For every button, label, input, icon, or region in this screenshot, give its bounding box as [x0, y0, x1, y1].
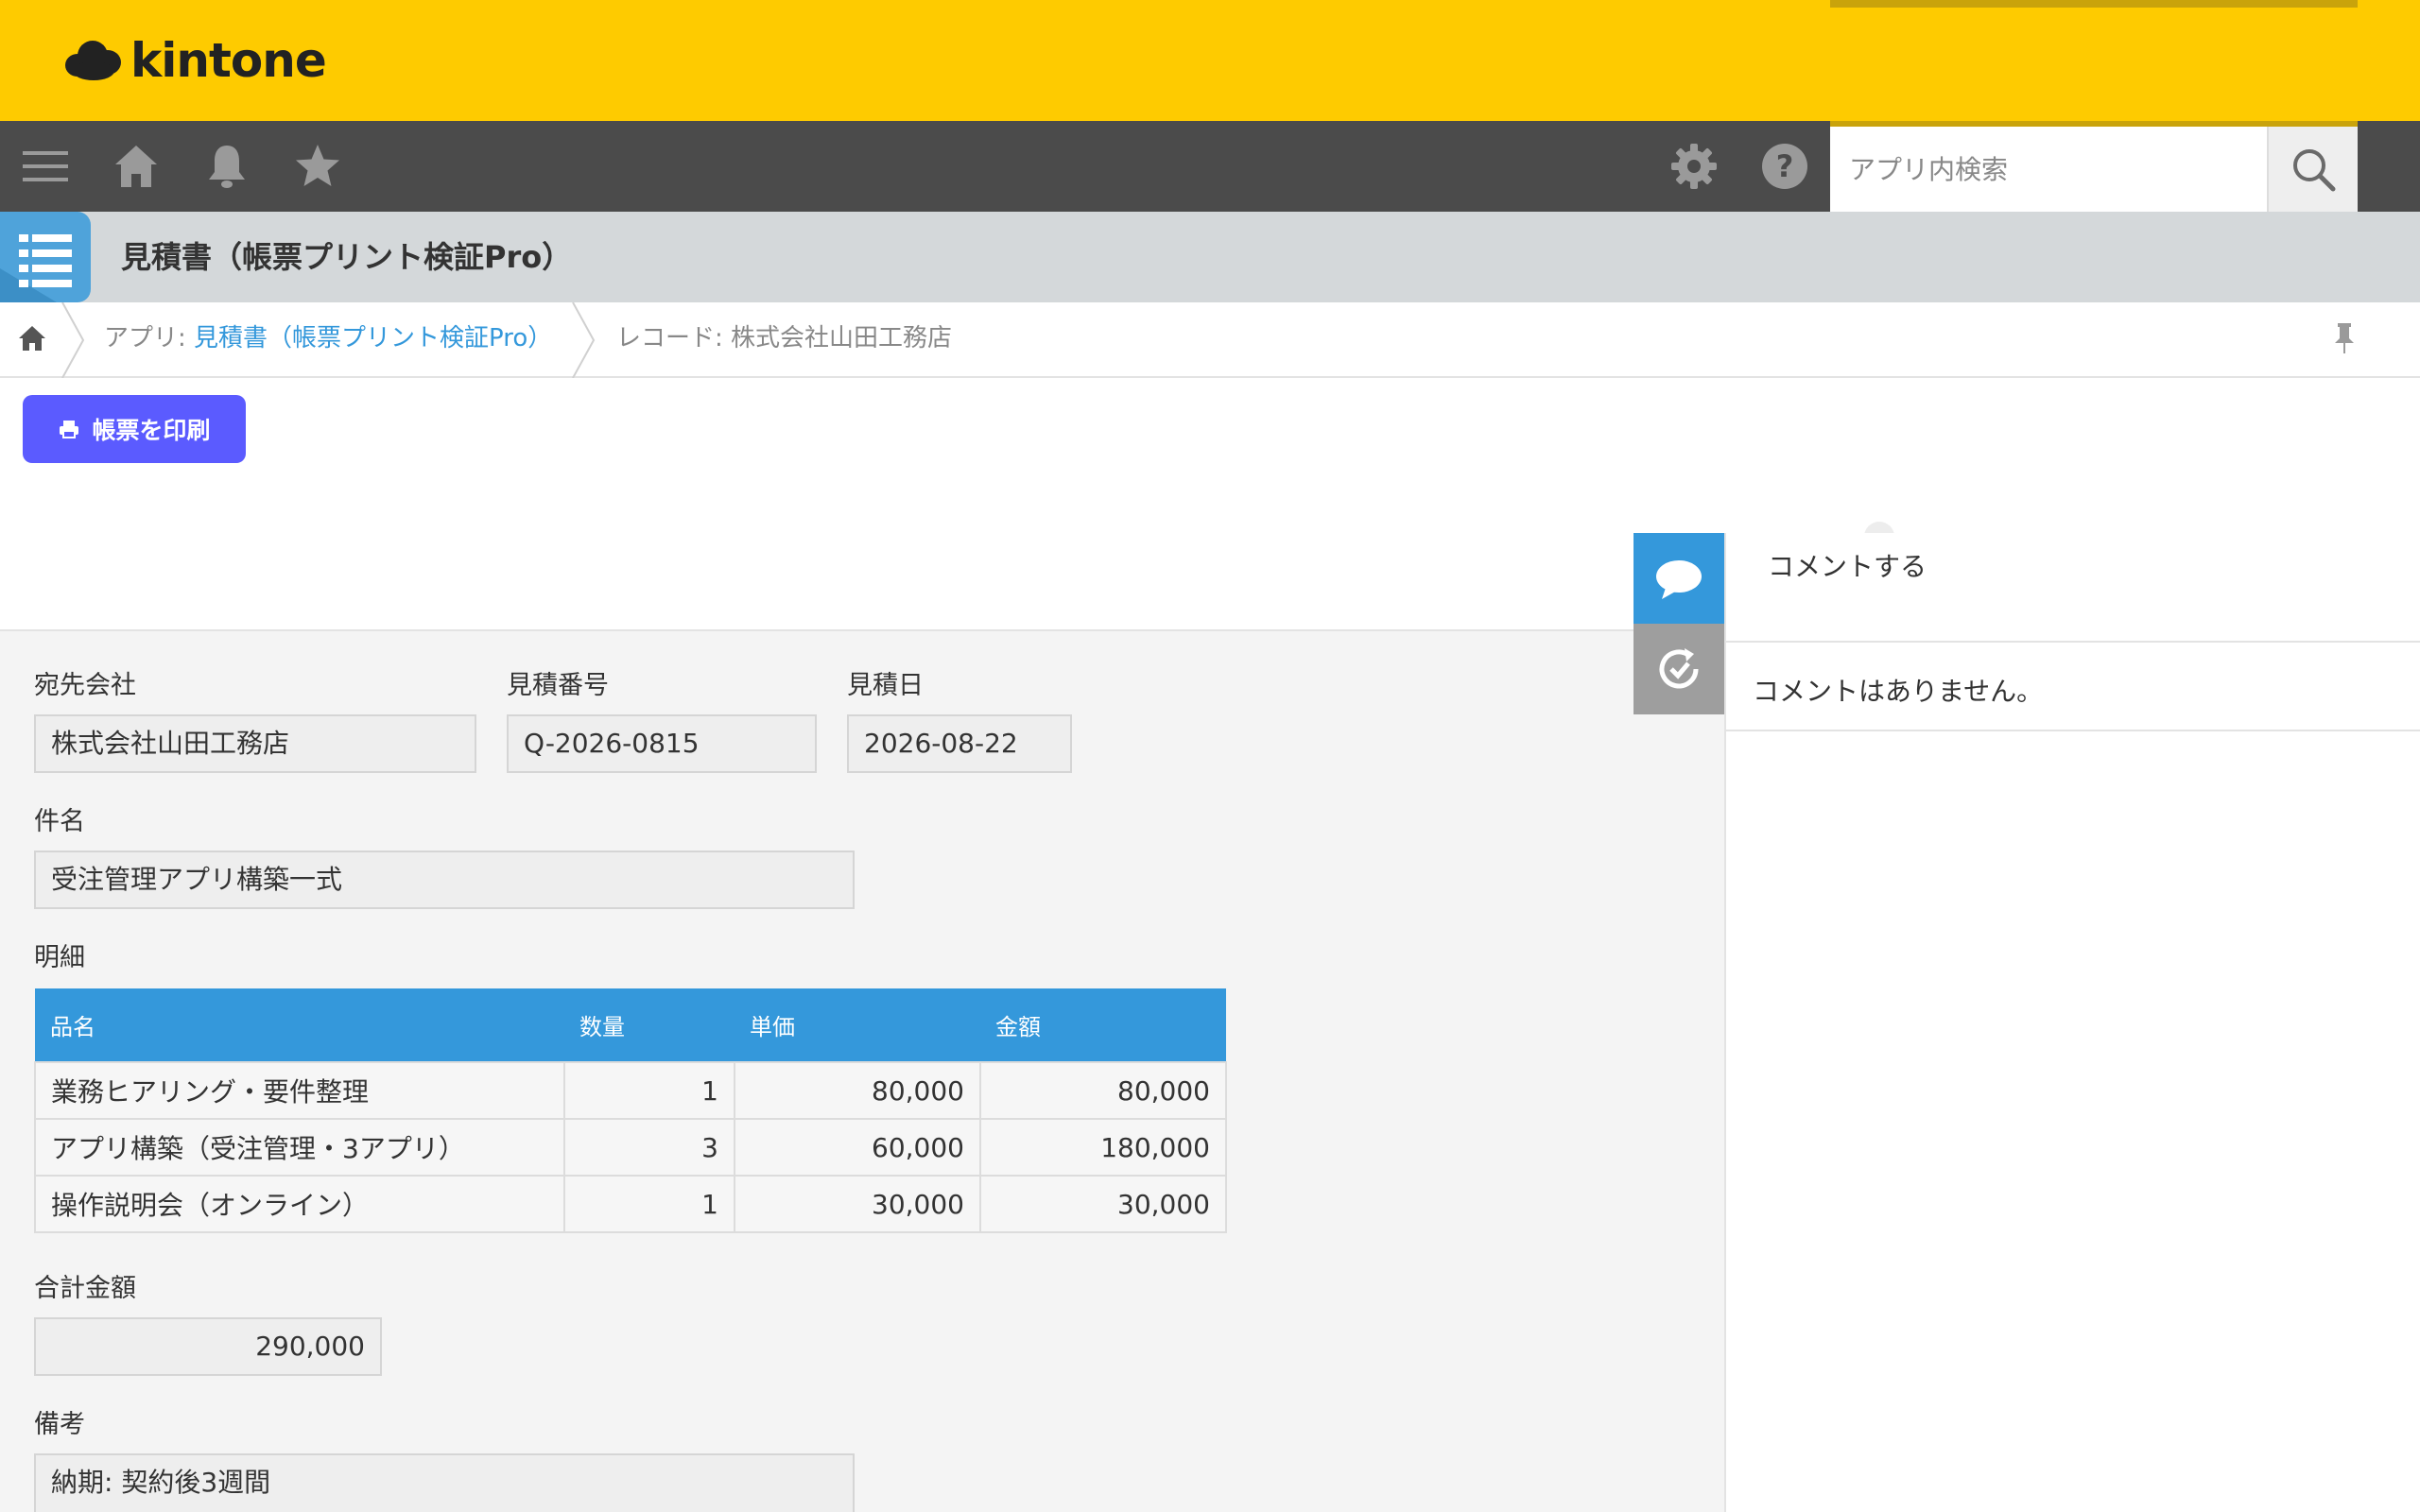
field-label-total: 合計金額: [34, 1274, 136, 1303]
search-icon: [2293, 149, 2336, 192]
cell-qty: 3: [563, 1118, 735, 1177]
column-header-unit-price: 単価: [735, 988, 980, 1062]
breadcrumb-app-prefix: アプリ:: [104, 324, 195, 352]
search-button[interactable]: [2267, 127, 2358, 212]
tab-history[interactable]: [1634, 624, 1724, 714]
help-icon[interactable]: ?: [1758, 140, 1811, 193]
cell-unit-price: 80,000: [734, 1061, 981, 1120]
home-icon[interactable]: [110, 140, 163, 193]
field-label-remarks: 備考: [34, 1410, 85, 1439]
divider: [1724, 641, 2420, 643]
field-value-quote-no: Q-2026-0815: [507, 714, 817, 773]
svg-text:?: ?: [1776, 148, 1794, 184]
app-title: 見積書（帳票プリント検証Pro）: [121, 239, 573, 275]
panel-fade-decoration: [1864, 522, 1894, 533]
cell-amount: 180,000: [979, 1118, 1227, 1177]
cell-qty: 1: [563, 1175, 735, 1233]
field-label-company: 宛先会社: [34, 671, 136, 700]
field-value-total: 290,000: [34, 1317, 382, 1376]
field-label-quote-date: 見積日: [847, 671, 924, 700]
tab-comments[interactable]: [1634, 533, 1724, 624]
cell-qty: 1: [563, 1061, 735, 1120]
field-label-details: 明細: [34, 943, 85, 972]
breadcrumb-home-icon[interactable]: [17, 323, 47, 353]
cell-unit-price: 60,000: [734, 1118, 981, 1177]
breadcrumb-record-name: 株式会社山田工務店: [731, 324, 953, 352]
column-header-qty: 数量: [564, 988, 735, 1062]
print-button-label: 帳票を印刷: [92, 417, 211, 444]
field-value-quote-date: 2026-08-22: [847, 714, 1072, 773]
table-row: 操作説明会（オンライン） 1 30,000 30,000: [34, 1175, 1227, 1233]
search-accent-line: [1830, 0, 2358, 8]
breadcrumb-separator-icon: [61, 302, 85, 378]
cell-item: 操作説明会（オンライン）: [34, 1175, 565, 1233]
column-header-amount: 金額: [980, 988, 1226, 1062]
kintone-logo[interactable]: kintone: [64, 33, 327, 88]
column-header-item: 品名: [35, 988, 564, 1062]
table-row: 業務ヒアリング・要件整理 1 80,000 80,000: [34, 1061, 1227, 1120]
breadcrumb-record-prefix: レコード:: [616, 324, 732, 352]
field-value-company: 株式会社山田工務店: [34, 714, 476, 773]
pin-icon[interactable]: [2331, 321, 2358, 355]
breadcrumb-separator-icon: [572, 302, 596, 378]
breadcrumb-record: レコード: 株式会社山田工務店: [616, 319, 952, 357]
details-table: 品名 数量 単価 金額 業務ヒアリング・要件整理 1 80,000 80,000…: [34, 988, 1227, 1233]
bell-icon[interactable]: [200, 140, 253, 193]
star-icon[interactable]: [291, 140, 344, 193]
table-header-row: 品名 数量 単価 金額: [35, 988, 1226, 1062]
cell-amount: 30,000: [979, 1175, 1227, 1233]
speech-bubble-icon: [1656, 560, 1702, 599]
cloud-logo-icon: [65, 41, 121, 80]
table-list-icon[interactable]: [0, 212, 91, 302]
gear-icon[interactable]: [1668, 140, 1720, 193]
app-search-input[interactable]: [1830, 127, 2267, 212]
logo-text: kintone: [130, 33, 327, 88]
field-label-quote-no: 見積番号: [507, 671, 609, 700]
header-bar: [0, 0, 2420, 121]
comment-compose[interactable]: コメントする: [1768, 548, 1927, 586]
field-value-remarks: 納期: 契約後3週間: [34, 1453, 855, 1512]
cell-item: 業務ヒアリング・要件整理: [34, 1061, 565, 1120]
cell-unit-price: 30,000: [734, 1175, 981, 1233]
table-row: アプリ構築（受注管理・3アプリ） 3 60,000 180,000: [34, 1118, 1227, 1177]
breadcrumb-app-link[interactable]: 見積書（帳票プリント検証Pro）: [194, 324, 552, 352]
app-search-box: [1830, 121, 2358, 212]
comments-empty-message: コメントはありません。: [1753, 676, 2044, 707]
breadcrumb-app: アプリ: 見積書（帳票プリント検証Pro）: [104, 319, 552, 357]
cell-item: アプリ構築（受注管理・3アプリ）: [34, 1118, 565, 1177]
hamburger-menu-icon[interactable]: [19, 140, 72, 193]
print-form-button[interactable]: 帳票を印刷: [23, 395, 246, 463]
cell-amount: 80,000: [979, 1061, 1227, 1120]
field-value-subject: 受注管理アプリ構築一式: [34, 850, 855, 909]
history-icon: [1659, 648, 1699, 689]
printer-icon: [60, 421, 79, 438]
divider: [1724, 730, 2420, 731]
field-label-subject: 件名: [34, 807, 85, 836]
